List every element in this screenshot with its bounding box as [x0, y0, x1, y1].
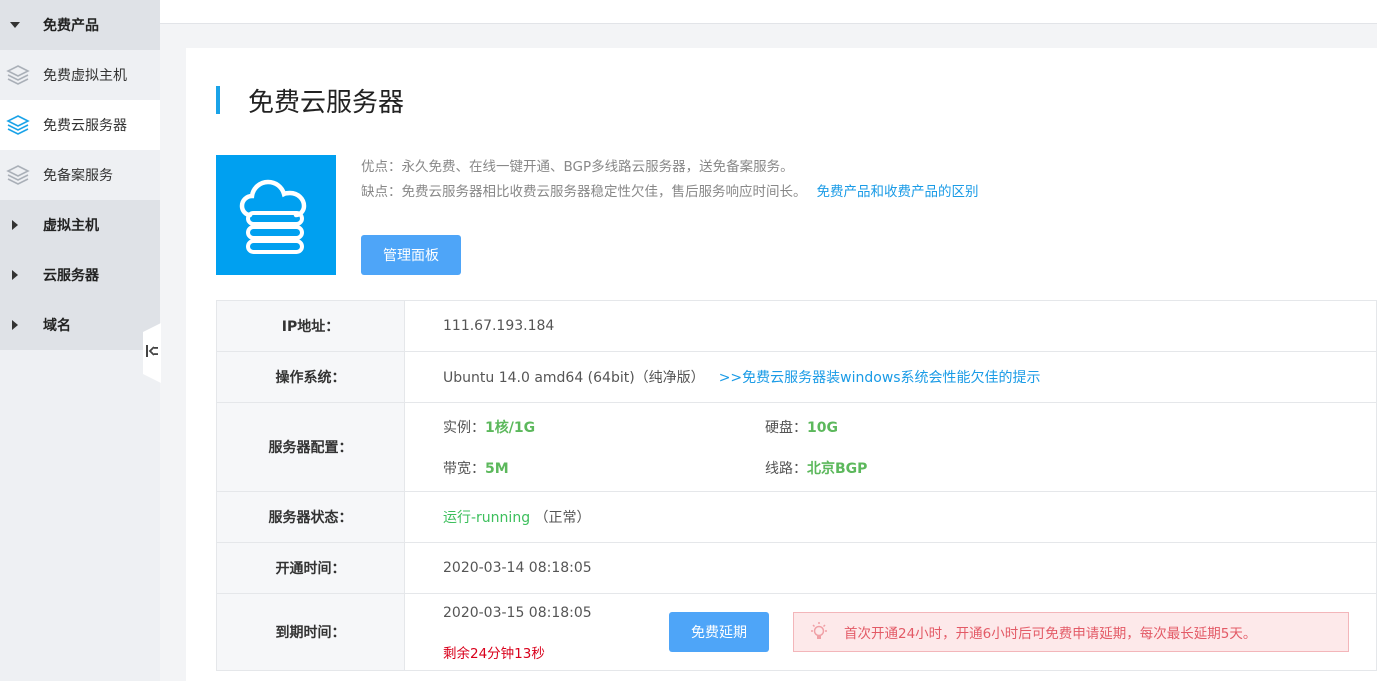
status-cell: 运行-running （正常） — [404, 491, 1377, 543]
sidebar-group-cloud-server[interactable]: 云服务器 — [0, 250, 160, 300]
bandwidth-label: 带宽： — [443, 460, 485, 477]
lightbulb-icon — [794, 621, 844, 643]
os-cell: Ubuntu 14.0 amd64 (64bit)（纯净版） >>免费云服务器装w… — [404, 351, 1377, 403]
manage-panel-button[interactable]: 管理面板 — [361, 235, 461, 275]
disk-label: 硬盘： — [765, 419, 807, 436]
config-cell: 实例：1核/1G 硬盘：10G 带宽：5M 线路：北京BGP — [404, 402, 1377, 492]
sidebar-item-free-virtual-host[interactable]: 免费虚拟主机 — [0, 50, 160, 100]
sidebar-group-label: 虚拟主机 — [43, 218, 99, 234]
disk-value: 10G — [807, 419, 838, 436]
config-label: 服务器配置： — [216, 402, 405, 492]
free-extend-button[interactable]: 免费延期 — [669, 612, 769, 652]
bandwidth-value: 5M — [485, 460, 509, 477]
sidebar-item-label: 免费虚拟主机 — [43, 68, 127, 84]
layers-icon — [5, 64, 43, 86]
ip-value: 111.67.193.184 — [404, 300, 1377, 352]
collapse-icon — [145, 344, 159, 362]
status-note: （正常） — [534, 510, 591, 526]
sidebar-group-free-products[interactable]: 免费产品 — [0, 0, 160, 50]
instance-spec: 实例：1核/1G — [443, 417, 765, 437]
top-bar — [160, 0, 1377, 24]
remaining-time: 剩余24分钟13秒 — [443, 646, 545, 662]
status-value: 运行-running — [443, 510, 531, 526]
sidebar-item-label: 免备案服务 — [43, 168, 113, 184]
sidebar-item-label: 免费云服务器 — [43, 118, 127, 134]
product-difference-link[interactable]: 免费产品和收费产品的区别 — [817, 184, 979, 200]
line-label: 线路： — [765, 460, 807, 477]
layers-icon — [5, 114, 43, 136]
table-row-ip: IP地址： 111.67.193.184 — [216, 300, 1377, 352]
instance-label: 实例： — [443, 419, 485, 436]
table-row-expire-time: 到期时间： 2020-03-15 08:18:05 剩余24分钟13秒 免费延期 — [216, 593, 1377, 671]
page-title: 免费云服务器 — [248, 87, 405, 118]
sidebar-item-free-cloud-server[interactable]: 免费云服务器 — [0, 100, 160, 150]
table-row-os: 操作系统： Ubuntu 14.0 amd64 (64bit)（纯净版） >>免费… — [216, 351, 1377, 403]
caret-right-icon — [10, 320, 43, 330]
expire-cell: 2020-03-15 08:18:05 剩余24分钟13秒 免费延期 首次开通2… — [404, 593, 1377, 671]
bandwidth-spec: 带宽：5M — [443, 458, 765, 478]
main-card: 免费云服务器 优点：永久免费、在线一键开通、BGP多线路云服务器，送免备案服务。… — [186, 48, 1377, 681]
line-spec: 线路：北京BGP — [765, 458, 1065, 478]
caret-down-icon — [10, 22, 43, 28]
product-description: 优点：永久免费、在线一键开通、BGP多线路云服务器，送免备案服务。 缺点：免费云… — [361, 155, 979, 205]
extension-notice: 首次开通24小时，开通6小时后可免费申请延期，每次最长延期5天。 — [793, 612, 1349, 652]
os-value: Ubuntu 14.0 amd64 (64bit)（纯净版） — [443, 370, 705, 386]
sidebar-item-no-filing-service[interactable]: 免备案服务 — [0, 150, 160, 200]
caret-right-icon — [10, 220, 43, 230]
extension-notice-text: 首次开通24小时，开通6小时后可免费申请延期，每次最长延期5天。 — [844, 626, 1257, 642]
title-accent-bar — [216, 86, 220, 114]
os-label: 操作系统： — [216, 351, 405, 403]
sidebar-group-label: 免费产品 — [43, 18, 99, 34]
windows-tip-link[interactable]: >>免费云服务器装windows系统会性能欠佳的提示 — [719, 370, 1041, 386]
ip-label: IP地址： — [216, 300, 405, 352]
instance-value: 1核/1G — [485, 419, 536, 436]
table-row-status: 服务器状态： 运行-running （正常） — [216, 491, 1377, 543]
layers-icon — [5, 164, 43, 186]
table-row-open-time: 开通时间： 2020-03-14 08:18:05 — [216, 542, 1377, 594]
disk-spec: 硬盘：10G — [765, 417, 1065, 437]
expire-time-value: 2020-03-15 08:18:05 — [443, 605, 592, 621]
line-value: 北京BGP — [807, 460, 868, 477]
page-header: 免费云服务器 — [216, 86, 404, 118]
server-info-table: IP地址： 111.67.193.184 操作系统： Ubuntu 14.0 a… — [216, 300, 1377, 671]
sidebar-group-label: 域名 — [43, 318, 71, 334]
sidebar: 免费产品 免费虚拟主机 免费云服务器 免备案服务 虚拟主机 云服务器 域名 — [0, 0, 160, 681]
expire-time-label: 到期时间： — [216, 593, 405, 671]
cons-text: 缺点：免费云服务器相比收费云服务器稳定性欠佳，售后服务响应时间长。 — [361, 184, 807, 200]
sidebar-collapse-toggle[interactable] — [143, 323, 161, 383]
table-row-config: 服务器配置： 实例：1核/1G 硬盘：10G 带宽：5M 线路：北京BGP — [216, 402, 1377, 492]
sidebar-group-label: 云服务器 — [43, 268, 99, 284]
pros-text: 优点：永久免费、在线一键开通、BGP多线路云服务器，送免备案服务。 — [361, 159, 794, 175]
open-time-label: 开通时间： — [216, 542, 405, 594]
status-label: 服务器状态： — [216, 491, 405, 543]
sidebar-group-domain[interactable]: 域名 — [0, 300, 160, 350]
cloud-server-icon — [216, 155, 336, 275]
caret-right-icon — [10, 270, 43, 280]
cons-line: 缺点：免费云服务器相比收费云服务器稳定性欠佳，售后服务响应时间长。 免费产品和收费… — [361, 180, 979, 205]
sidebar-group-virtual-host[interactable]: 虚拟主机 — [0, 200, 160, 250]
open-time-value: 2020-03-14 08:18:05 — [404, 542, 1377, 594]
